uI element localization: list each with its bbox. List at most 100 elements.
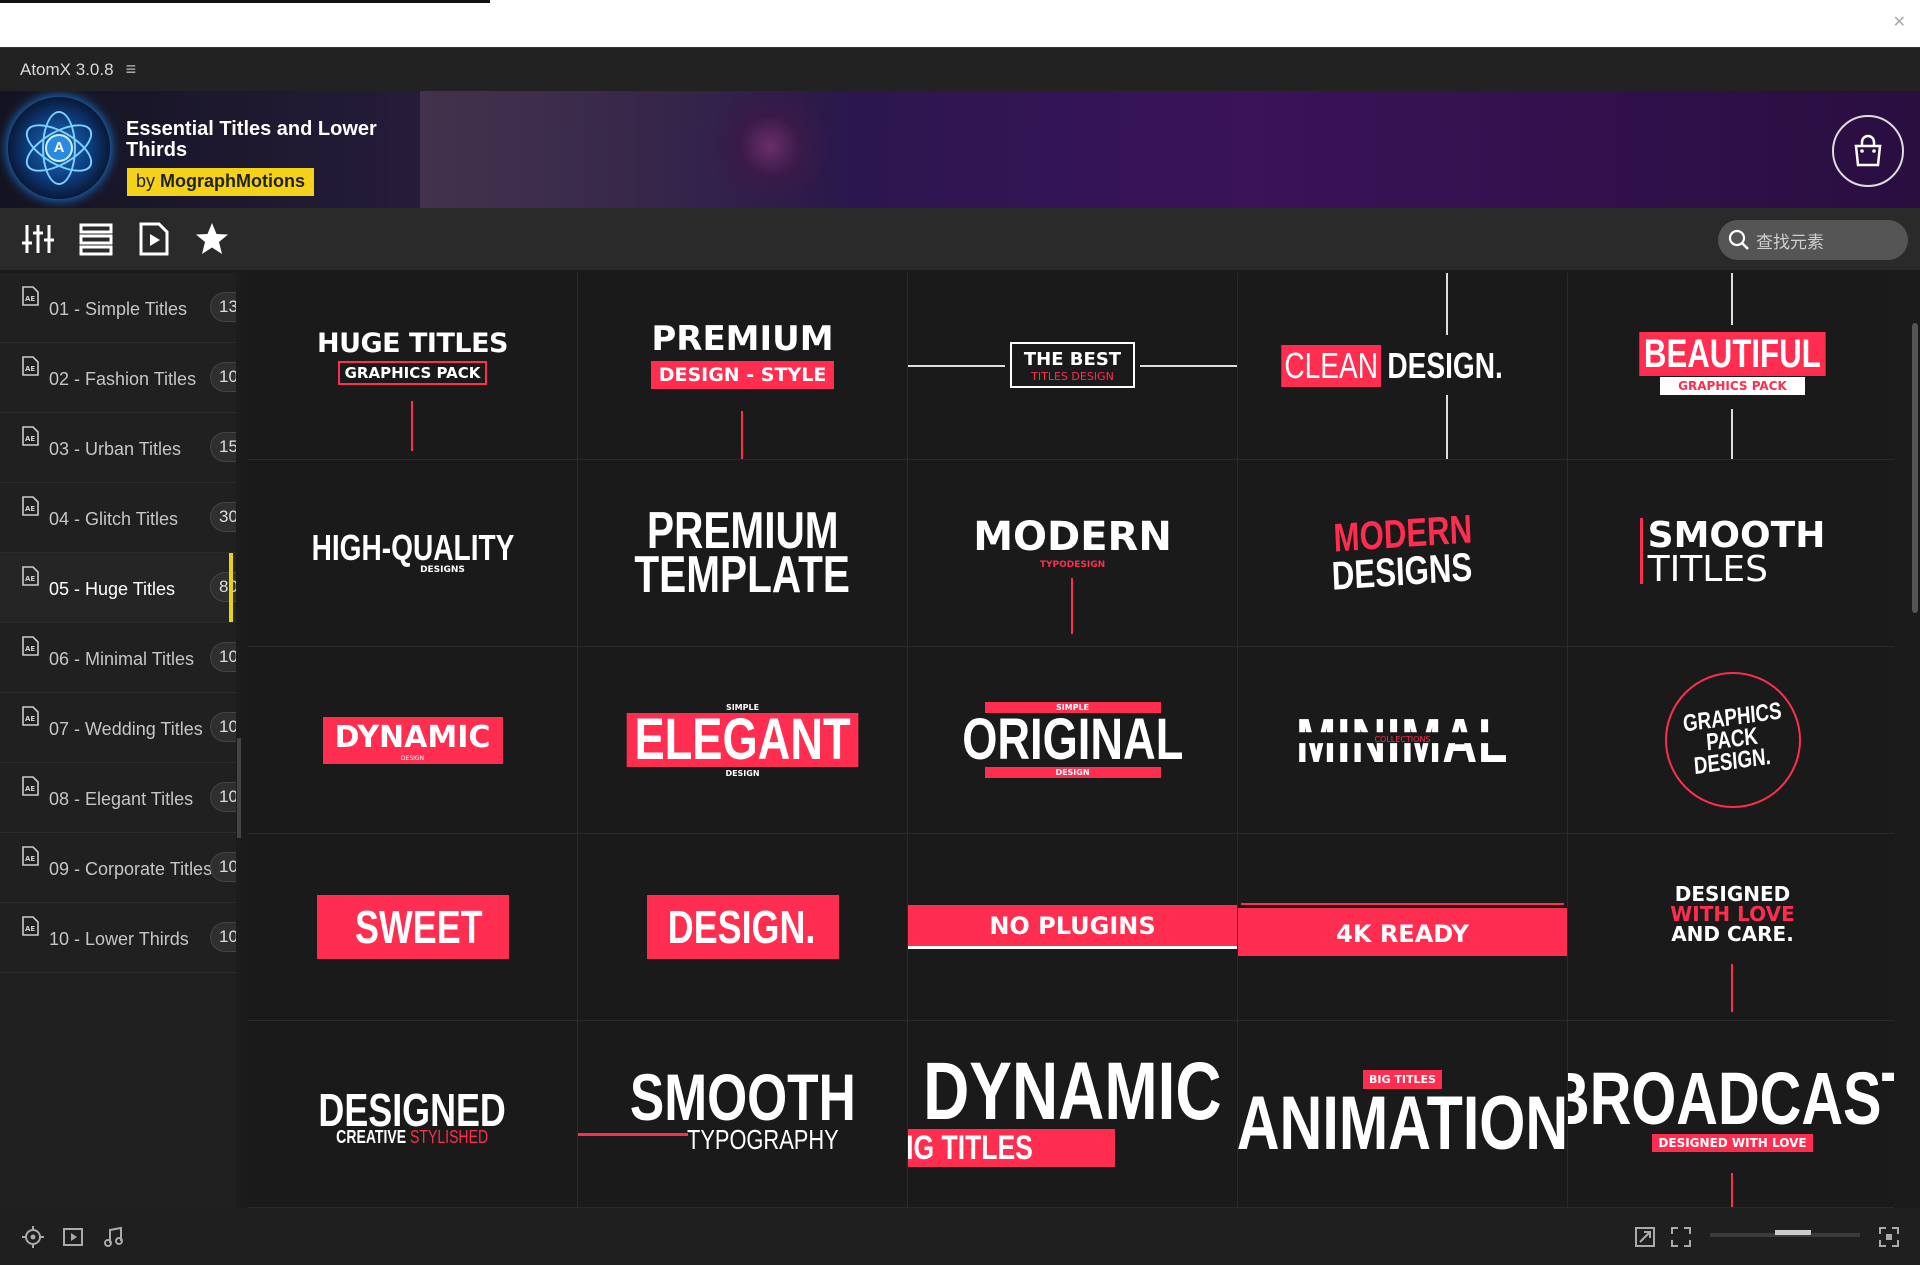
preset-title: HIGH-QUALITY (311, 527, 514, 568)
divider-line (1140, 365, 1237, 367)
sidebar-item[interactable]: AE 08 - Elegant Titles 10 (0, 763, 236, 833)
svg-text:AE: AE (25, 925, 35, 933)
favorites-star-icon[interactable] (192, 219, 232, 259)
close-icon[interactable]: ✕ (1893, 12, 1906, 32)
preset-title: SWEET (354, 901, 483, 953)
shop-bag-button[interactable] (1832, 115, 1904, 187)
preset-thumbnail[interactable]: GRAPHICS PACK DESIGN. (1568, 647, 1894, 833)
target-icon[interactable] (20, 1224, 46, 1250)
preset-thumbnail[interactable]: SIMPLE ELEGANT DESIGN (578, 647, 907, 833)
preset-title: NO PLUGINS (989, 911, 1156, 940)
preset-subtitle: BIG TITLES (908, 1129, 1034, 1167)
ae-file-icon: AE (22, 776, 39, 796)
preset-thumbnail[interactable]: HUGE TITLES GRAPHICS PACK (248, 273, 577, 459)
preset-thumbnail[interactable]: MINIMAL COLLECTIONS (1238, 647, 1567, 833)
sidebar-item-label: 09 - Corporate Titles (49, 859, 213, 879)
preset-frame: THE BEST TITLES DESIGN (1009, 342, 1136, 388)
search-input[interactable]: 查找元素 (1718, 220, 1908, 260)
sidebar-item-count: 10 (210, 712, 236, 742)
preset-thumbnail[interactable]: MODERN DESIGNS (1238, 460, 1567, 646)
divider-line (1446, 273, 1448, 335)
sidebar-item[interactable]: AE 06 - Minimal Titles 10 (0, 623, 236, 693)
preset-thumbnail[interactable]: NO PLUGINS (908, 834, 1237, 1020)
preset-subtitle: DESIGN (400, 754, 425, 762)
mixer-settings-icon[interactable] (18, 219, 58, 259)
preset-thumbnail[interactable]: THE BEST TITLES DESIGN (908, 273, 1237, 459)
preset-subtitle: GRAPHICS PACK (337, 360, 488, 385)
sidebar-item[interactable]: AE 04 - Glitch Titles 30 (0, 483, 236, 553)
preset-thumbnail[interactable]: DESIGN. (578, 834, 907, 1020)
sidebar-item[interactable]: AE 09 - Corporate Titles10 (0, 833, 236, 903)
preset-thumbnail[interactable]: SWEET (248, 834, 577, 1020)
hamburger-menu-icon[interactable]: ≡ (126, 59, 137, 80)
sidebar-item-label: 07 - Wedding Titles (49, 719, 203, 739)
sidebar-item-label: 06 - Minimal Titles (49, 649, 195, 669)
preset-grid: HUGE TITLES GRAPHICS PACK PREMIUM DESIGN… (248, 273, 1894, 1208)
active-marker (229, 553, 233, 622)
preset-thumbnail[interactable]: PREMIUM TEMPLATE (578, 460, 907, 646)
preset-thumbnail[interactable]: BEAUTIFUL GRAPHICS PACK (1568, 273, 1894, 459)
ae-file-icon: AE (22, 566, 39, 586)
category-sidebar: AE 01 - Simple Titles 13 AE 02 - Fashion Tit… (0, 273, 236, 1208)
divider-line (908, 365, 1005, 367)
preset-thumbnail[interactable]: HIGH-QUALITY DESIGNS (248, 460, 577, 646)
preset-title: SMOOTH (629, 1060, 856, 1134)
svg-text:AE: AE (25, 505, 35, 513)
preset-title: ANIMATION (1238, 1080, 1567, 1166)
preset-title: DESIGN. (1387, 345, 1504, 386)
ae-file-icon: AE (22, 356, 39, 376)
grid-size-icon[interactable] (1876, 1224, 1902, 1250)
preset-subtitle: TYPODESIGN (1039, 560, 1106, 570)
ae-file-icon: AE (22, 426, 39, 446)
accent-line (1071, 578, 1073, 634)
preset-title: BEAUTIFUL (1639, 331, 1826, 376)
divider-line (1446, 395, 1448, 459)
preset-thumbnail[interactable]: MODERN TYPODESIGN (908, 460, 1237, 646)
list-view-icon[interactable] (76, 219, 116, 259)
preset-thumbnail[interactable]: DESIGNED CREATIVE STYLISHED (248, 1021, 577, 1207)
preset-subtitle: GRAPHICS PACK (1660, 376, 1805, 395)
preset-thumbnail[interactable]: DYNAMIC DESIGN (248, 647, 577, 833)
preset-word-accent: CLEAN (1281, 345, 1382, 387)
divider-line (1731, 409, 1733, 459)
sidebar-item[interactable]: AE 02 - Fashion Titles 10 (0, 343, 236, 413)
sidebar-scrollbar[interactable] (236, 273, 242, 1208)
sidebar-item[interactable]: AE 10 - Lower Thirds 10 (0, 903, 236, 973)
preset-title: ORIGINAL (961, 707, 1184, 772)
zoom-slider[interactable] (1710, 1230, 1860, 1237)
preset-thumbnail[interactable]: CLEAN DESIGN. (1238, 273, 1567, 459)
sidebar-item-label: 05 - Huge Titles (49, 579, 176, 599)
preset-thumbnail[interactable]: DESIGNED WITH LOVE AND CARE. (1568, 834, 1894, 1020)
sidebar-item[interactable]: AE 01 - Simple Titles 13 (0, 273, 236, 343)
sidebar-item-label: 04 - Glitch Titles (49, 509, 179, 529)
preset-title: DYNAMIC (923, 1046, 1222, 1137)
divider-line (1731, 273, 1733, 325)
fit-icon[interactable] (1632, 1224, 1658, 1250)
sidebar-item[interactable]: AE 07 - Wedding Titles 10 (0, 693, 236, 763)
preset-thumbnail[interactable]: BROADCAST DESIGNED WITH LOVE (1568, 1021, 1894, 1207)
preset-thumbnail[interactable]: PREMIUM DESIGN - STYLE (578, 273, 907, 459)
preview-play-icon[interactable] (134, 219, 174, 259)
sidebar-item[interactable]: AE 03 - Urban Titles 15 (0, 413, 236, 483)
preset-title: DESIGN. (667, 901, 815, 953)
preset-thumbnail[interactable]: SIMPLE ORIGINAL DESIGN (908, 647, 1237, 833)
pack-author-badge[interactable]: by MographMotions (127, 168, 315, 196)
sidebar-item[interactable]: AE05 - Huge Titles80 (0, 553, 236, 623)
atomx-panel: AtomX 3.0.8 ≡ A Essential Titles and Low… (0, 47, 1920, 1265)
preset-thumbnail[interactable]: BIG TITLES ANIMATION (1238, 1021, 1567, 1207)
shopping-bag-icon (1854, 134, 1882, 167)
grid-scrollbar[interactable] (1912, 323, 1918, 613)
svg-text:AE: AE (25, 365, 35, 373)
sidebar-item-count: 10 (210, 852, 236, 882)
zoom-slider-handle[interactable] (1775, 1230, 1811, 1235)
preset-thumbnail[interactable]: SMOOTH TITLES (1568, 460, 1894, 646)
video-icon[interactable] (60, 1224, 86, 1250)
preset-subtitle: TYPOGRAPHY (686, 1124, 839, 1155)
ae-file-icon: AE (22, 286, 39, 306)
preset-thumbnail[interactable]: 4K READY (1238, 834, 1567, 1020)
music-icon[interactable] (100, 1224, 126, 1250)
preset-line-2: TITLES (1647, 549, 1768, 590)
preset-thumbnail[interactable]: SMOOTH TYPOGRAPHY (578, 1021, 907, 1207)
fullscreen-icon[interactable] (1668, 1224, 1694, 1250)
preset-thumbnail[interactable]: DYNAMIC BIG TITLES (908, 1021, 1237, 1207)
